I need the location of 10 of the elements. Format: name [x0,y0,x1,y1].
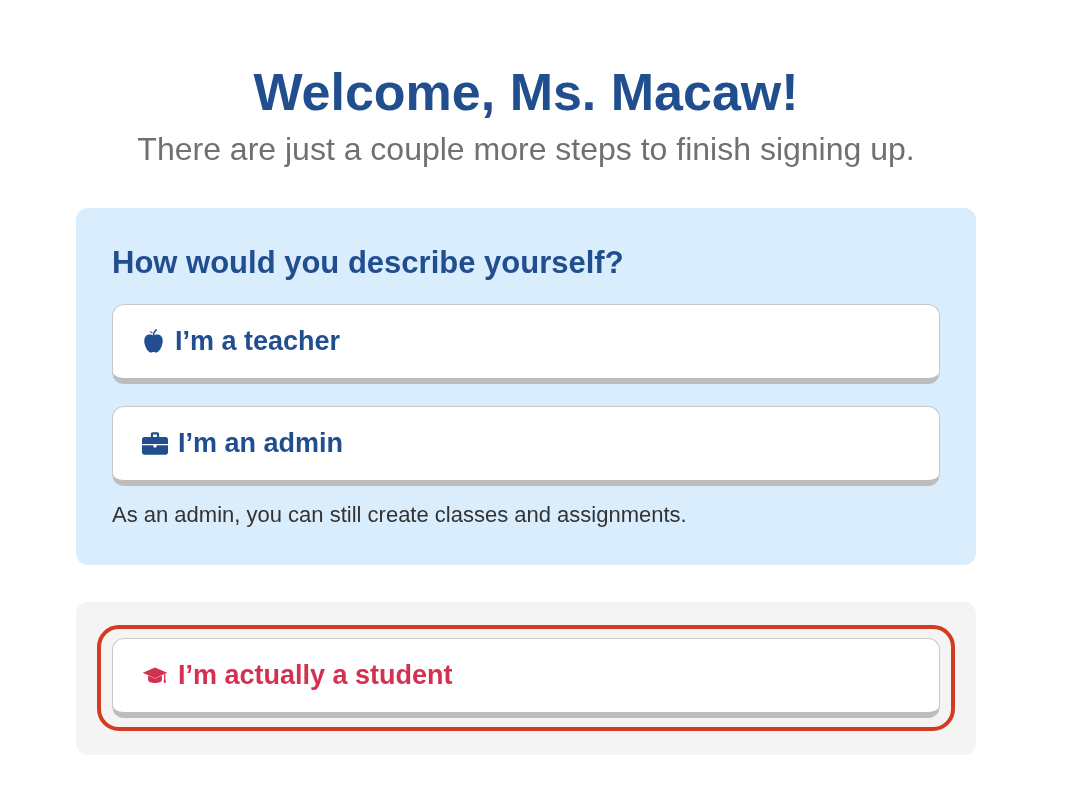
role-option[interactable]: I’m a teacher [112,304,940,384]
role-option[interactable]: I’m actually a student [112,638,940,718]
apple-icon [142,328,165,355]
welcome-title: Welcome, Ms. Macaw! [252,64,800,120]
subtitle-text: There are just a couple more steps to finish signing up. [136,131,916,167]
admin-note: As an admin, you can still create classes and assignments. [112,502,688,528]
briefcase-icon [142,432,168,455]
graduation-cap-icon [142,667,168,684]
role-option[interactable]: I’m an admin [112,406,940,486]
question-heading: How would you describe yourself? [112,245,625,281]
